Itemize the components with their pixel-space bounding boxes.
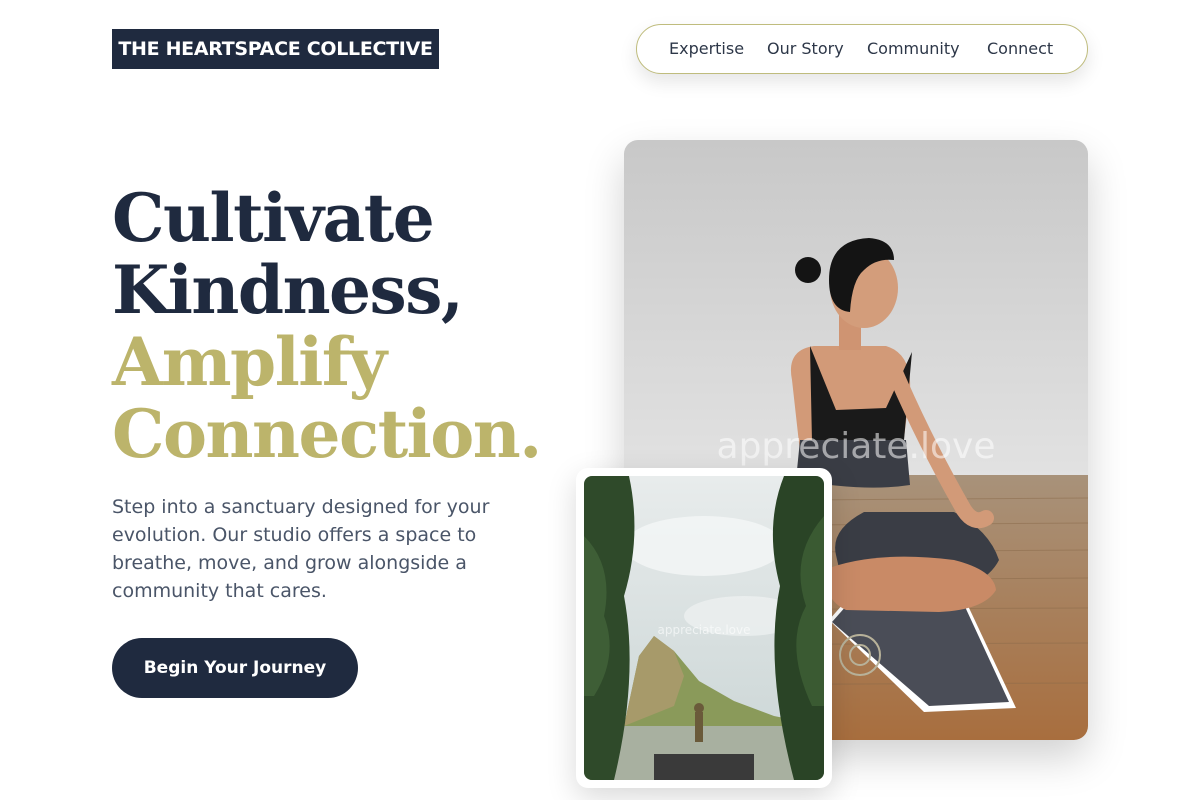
main-photo-watermark: appreciate.love	[717, 426, 996, 467]
nav-item-connect[interactable]: Connect	[987, 39, 1053, 59]
headline-line-1: Cultivate	[112, 179, 435, 257]
secondary-photo: appreciate.love	[584, 476, 824, 780]
begin-journey-button[interactable]: Begin Your Journey	[112, 638, 358, 698]
secondary-photo-card: appreciate.love	[576, 468, 832, 788]
hero-headline: Cultivate Kindness, Amplify Connection.	[112, 182, 582, 470]
headline-line-4: Connection.	[112, 395, 542, 473]
secondary-photo-watermark: appreciate.love	[658, 623, 751, 637]
nav-item-our-story[interactable]: Our Story	[767, 39, 844, 59]
nav-item-expertise[interactable]: Expertise	[669, 39, 744, 59]
hero-intro: Step into a sanctuary designed for your …	[112, 496, 490, 602]
nav-item-community[interactable]: Community	[867, 39, 960, 59]
landscape-photo: appreciate.love	[584, 476, 824, 780]
headline-line-2: Kindness,	[112, 251, 464, 329]
main-nav: Expertise Our Story Community Connect	[636, 24, 1088, 74]
headline-line-3: Amplify	[112, 323, 387, 401]
brand-logo[interactable]: THE HEARTSPACE COLLECTIVE	[112, 29, 439, 69]
